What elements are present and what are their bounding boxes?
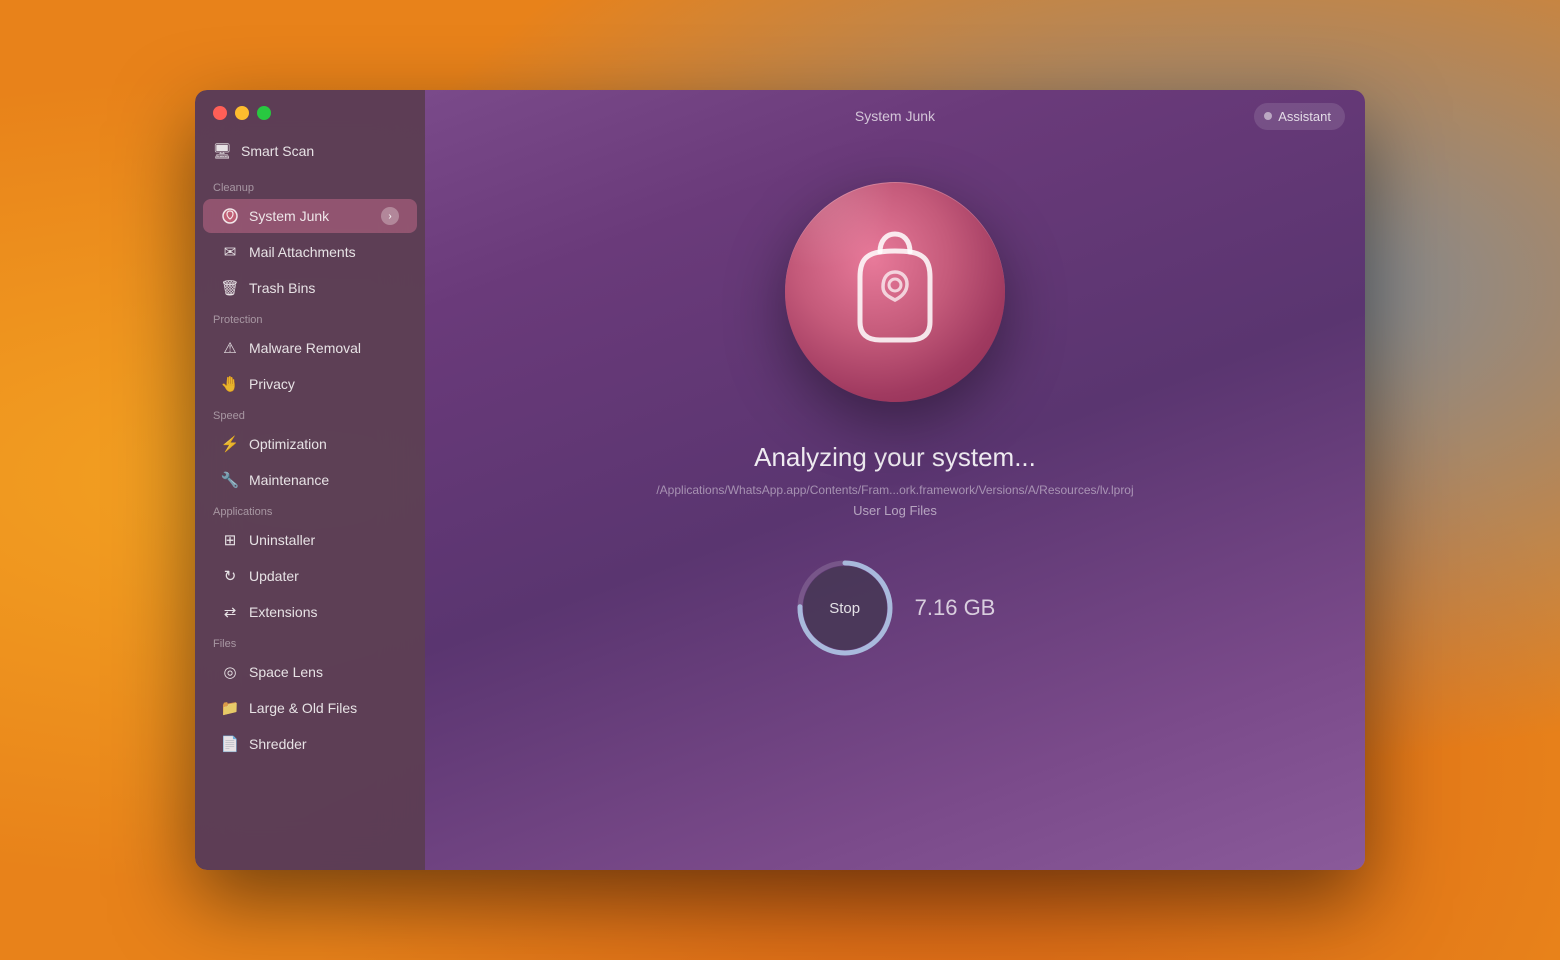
sidebar-item-large-old-files[interactable]: 📁 Large & Old Files [203, 691, 417, 725]
malware-icon: ⚠ [221, 339, 239, 357]
analyzing-text: Analyzing your system... [754, 442, 1036, 473]
file-path-text: /Applications/WhatsApp.app/Contents/Fram… [656, 483, 1133, 497]
updater-icon: ↻ [221, 567, 239, 585]
sidebar-item-smart-scan[interactable]: 🖥 Smart Scan [195, 132, 425, 174]
shredder-label: Shredder [249, 736, 307, 752]
sidebar-item-updater[interactable]: ↻ Updater [203, 559, 417, 593]
title-bar: System Junk Assistant [425, 90, 1365, 142]
app-window: 🖥 Smart Scan Cleanup System Junk › ✉ Mai… [195, 90, 1365, 870]
section-label-speed: Speed [195, 402, 425, 426]
uninstaller-label: Uninstaller [249, 532, 315, 548]
sidebar-item-optimization[interactable]: ⚡ Optimization [203, 427, 417, 461]
sidebar-item-shredder[interactable]: 📄 Shredder [203, 727, 417, 761]
stop-button-container: Stop [795, 558, 895, 658]
app-icon-container [785, 182, 1005, 402]
malware-removal-label: Malware Removal [249, 340, 361, 356]
uninstaller-icon: ⊞ [221, 531, 239, 549]
sidebar-item-privacy[interactable]: 🤚 Privacy [203, 367, 417, 401]
sidebar-item-system-junk[interactable]: System Junk › [203, 199, 417, 233]
sidebar-item-trash-bins[interactable]: 🗑 Trash Bins [203, 271, 417, 305]
system-junk-label: System Junk [249, 208, 329, 224]
window-title: System Junk [855, 108, 935, 124]
sidebar-item-malware-removal[interactable]: ⚠ Malware Removal [203, 331, 417, 365]
sidebar-item-mail-attachments[interactable]: ✉ Mail Attachments [203, 235, 417, 269]
active-indicator: › [381, 207, 399, 225]
traffic-lights [195, 90, 425, 132]
shredder-icon: 📄 [221, 735, 239, 753]
sidebar-item-uninstaller[interactable]: ⊞ Uninstaller [203, 523, 417, 557]
section-label-applications: Applications [195, 498, 425, 522]
privacy-label: Privacy [249, 376, 295, 392]
assistant-label: Assistant [1278, 109, 1331, 124]
sidebar-item-maintenance[interactable]: 🔧 Maintenance [203, 463, 417, 497]
maintenance-icon: 🔧 [221, 471, 239, 489]
maximize-button[interactable] [257, 106, 271, 120]
main-content: System Junk Assistant Analyzi [425, 90, 1365, 870]
progress-area: Stop 7.16 GB [795, 558, 996, 658]
section-label-cleanup: Cleanup [195, 174, 425, 198]
optimization-label: Optimization [249, 436, 327, 452]
trash-bins-label: Trash Bins [249, 280, 315, 296]
extensions-label: Extensions [249, 604, 317, 620]
privacy-icon: 🤚 [221, 375, 239, 393]
smart-scan-icon: 🖥 [213, 142, 231, 160]
system-junk-icon [221, 207, 239, 225]
assistant-dot [1264, 112, 1272, 120]
optimization-icon: ⚡ [221, 435, 239, 453]
space-lens-label: Space Lens [249, 664, 323, 680]
updater-label: Updater [249, 568, 299, 584]
section-label-protection: Protection [195, 306, 425, 330]
sidebar-item-space-lens[interactable]: ◎ Space Lens [203, 655, 417, 689]
sidebar-item-extensions[interactable]: ⇄ Extensions [203, 595, 417, 629]
extensions-icon: ⇄ [221, 603, 239, 621]
large-old-files-label: Large & Old Files [249, 700, 357, 716]
stop-button[interactable]: Stop [803, 566, 887, 650]
trash-icon: 🗑 [221, 279, 239, 297]
storage-size-text: 7.16 GB [915, 595, 996, 621]
scan-type-text: User Log Files [853, 503, 937, 518]
minimize-button[interactable] [235, 106, 249, 120]
sidebar: 🖥 Smart Scan Cleanup System Junk › ✉ Mai… [195, 90, 425, 870]
app-icon [785, 182, 1005, 402]
app-logo-svg [825, 222, 965, 362]
smart-scan-label: Smart Scan [241, 143, 314, 159]
mail-attachments-label: Mail Attachments [249, 244, 356, 260]
space-lens-icon: ◎ [221, 663, 239, 681]
close-button[interactable] [213, 106, 227, 120]
large-files-icon: 📁 [221, 699, 239, 717]
section-label-files: Files [195, 630, 425, 654]
maintenance-label: Maintenance [249, 472, 329, 488]
mail-icon: ✉ [221, 243, 239, 261]
assistant-button[interactable]: Assistant [1254, 103, 1345, 130]
